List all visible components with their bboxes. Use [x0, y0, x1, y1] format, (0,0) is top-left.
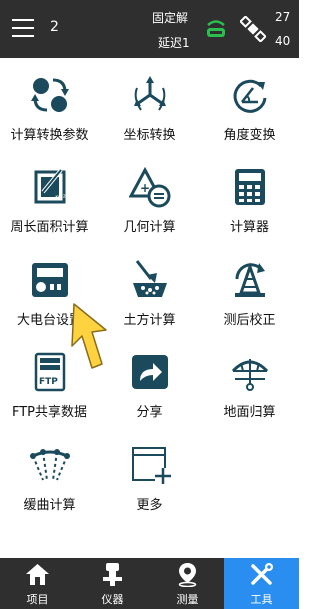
tool-label: FTP共享数据 [11, 405, 88, 420]
tool-calc-transform-params[interactable]: 计算转换参数 [0, 66, 99, 156]
angle-transform-icon [233, 79, 267, 113]
tool-more[interactable]: 更多 [100, 436, 199, 526]
location-pin-icon [178, 563, 197, 587]
svg-text:m²: m² [55, 193, 66, 202]
tool-label: 几何计算 [123, 220, 176, 235]
tool-angle-transform[interactable]: 角度变换 [200, 66, 299, 156]
home-icon [26, 564, 49, 585]
tool-label: 计算转换参数 [10, 128, 89, 143]
tool-calculator[interactable]: 计算器 [200, 158, 299, 248]
tools-icon [251, 563, 273, 585]
nav-instrument[interactable]: 仪器 [75, 558, 150, 609]
ground-reduction-icon [231, 359, 269, 391]
nav-tools[interactable]: 工具 [224, 558, 299, 609]
tool-label: 分享 [136, 405, 163, 420]
more-icon [132, 447, 171, 484]
svg-text:FTP: FTP [39, 377, 58, 387]
tool-label: 更多 [136, 498, 163, 513]
geometry-calc-icon: + [129, 166, 171, 208]
nav-project[interactable]: 项目 [0, 558, 75, 609]
instrument-icon [103, 563, 122, 586]
nav-label: 测量 [176, 593, 199, 606]
nav-survey[interactable]: 测量 [150, 558, 225, 609]
satellites-used: 27 [275, 10, 291, 24]
satellites-total: 40 [275, 34, 291, 48]
perimeter-area-icon: m² [34, 168, 66, 204]
nav-label: 仪器 [101, 593, 124, 606]
rtk-status-icon[interactable] [203, 16, 229, 42]
tool-label: 坐标转换 [123, 128, 176, 143]
tool-coordinate-transform[interactable]: 坐标转换 [100, 66, 199, 156]
nav-label: 项目 [26, 593, 49, 606]
menu-icon[interactable] [12, 19, 34, 39]
bottom-navigation: 项目 仪器 测量 工具 [0, 558, 299, 609]
tool-earthwork-calc[interactable]: 土方计算 [100, 251, 199, 341]
share-icon [132, 355, 168, 389]
tool-label: 缓曲计算 [23, 498, 76, 513]
coordinate-transform-icon [134, 76, 166, 111]
nav-label: 工具 [250, 593, 273, 606]
point-count: 2 [50, 19, 59, 35]
tool-perimeter-area[interactable]: m² 周长面积计算 [0, 158, 99, 248]
post-survey-correction-icon [235, 262, 265, 297]
tool-share[interactable]: 分享 [100, 343, 199, 433]
tool-transition-curve[interactable]: 缓曲计算 [0, 436, 99, 526]
tool-label: 角度变换 [223, 128, 276, 143]
globe-arrows-icon [31, 78, 69, 112]
delay-status: 延迟1 [158, 36, 190, 50]
tools-grid: 计算转换参数 坐标转换 角度变换 m² 周长面积计算 + 几何计算 计算器 大电… [0, 58, 299, 558]
tool-label: 土方计算 [123, 313, 176, 328]
radio-icon [32, 263, 68, 297]
status-header: 2 固定解 延迟1 27 40 [0, 0, 299, 58]
tool-label: 测后校正 [223, 313, 276, 328]
satellite-icon[interactable] [240, 16, 266, 42]
tool-label: 地面归算 [223, 405, 276, 420]
solution-status: 固定解 [152, 11, 189, 25]
calculator-icon [235, 169, 265, 205]
tool-post-survey-correction[interactable]: 测后校正 [200, 251, 299, 341]
earthwork-icon [133, 260, 167, 297]
tool-label: 周长面积计算 [10, 220, 89, 235]
transition-curve-icon [30, 449, 70, 481]
tool-label: 计算器 [229, 220, 269, 235]
tool-ground-reduction[interactable]: 地面归算 [200, 343, 299, 433]
pointer-arrow-icon [71, 303, 107, 369]
tool-geometry-calc[interactable]: + 几何计算 [100, 158, 199, 248]
